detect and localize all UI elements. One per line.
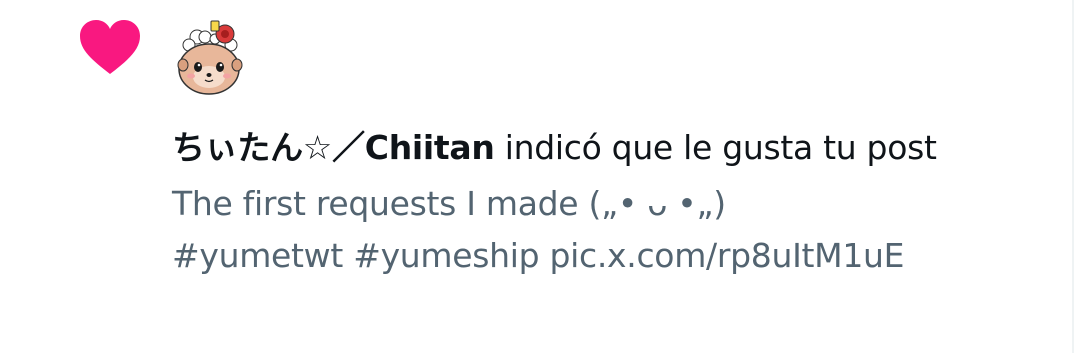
hashtag-link[interactable]: #yumetwt bbox=[172, 236, 343, 275]
action-text: indicó que le gusta tu post bbox=[494, 128, 937, 167]
heart-icon bbox=[80, 20, 140, 74]
hashtag-link[interactable]: #yumeship bbox=[353, 236, 539, 275]
like-action-line: ちぃたん☆／Chiitan indicó que le gusta tu pos… bbox=[172, 122, 1032, 174]
post-preview-links: #yumetwt #yumeship pic.x.com/rp8uItM1uE bbox=[172, 230, 1032, 282]
media-link[interactable]: pic.x.com/rp8uItM1uE bbox=[550, 236, 905, 275]
avatar[interactable] bbox=[169, 17, 253, 101]
like-notification[interactable]: ちぃたん☆／Chiitan indicó que le gusta tu pos… bbox=[0, 0, 1074, 353]
user-name-link[interactable]: ちぃたん☆／Chiitan bbox=[172, 128, 495, 167]
post-preview-text: The first requests I made („• ᴗ •„) bbox=[172, 184, 726, 223]
post-preview[interactable]: The first requests I made („• ᴗ •„) #yum… bbox=[172, 178, 1032, 282]
notification-text: ちぃたん☆／Chiitan indicó que le gusta tu pos… bbox=[172, 122, 1032, 282]
chiitan-avatar-illustration bbox=[177, 20, 243, 95]
